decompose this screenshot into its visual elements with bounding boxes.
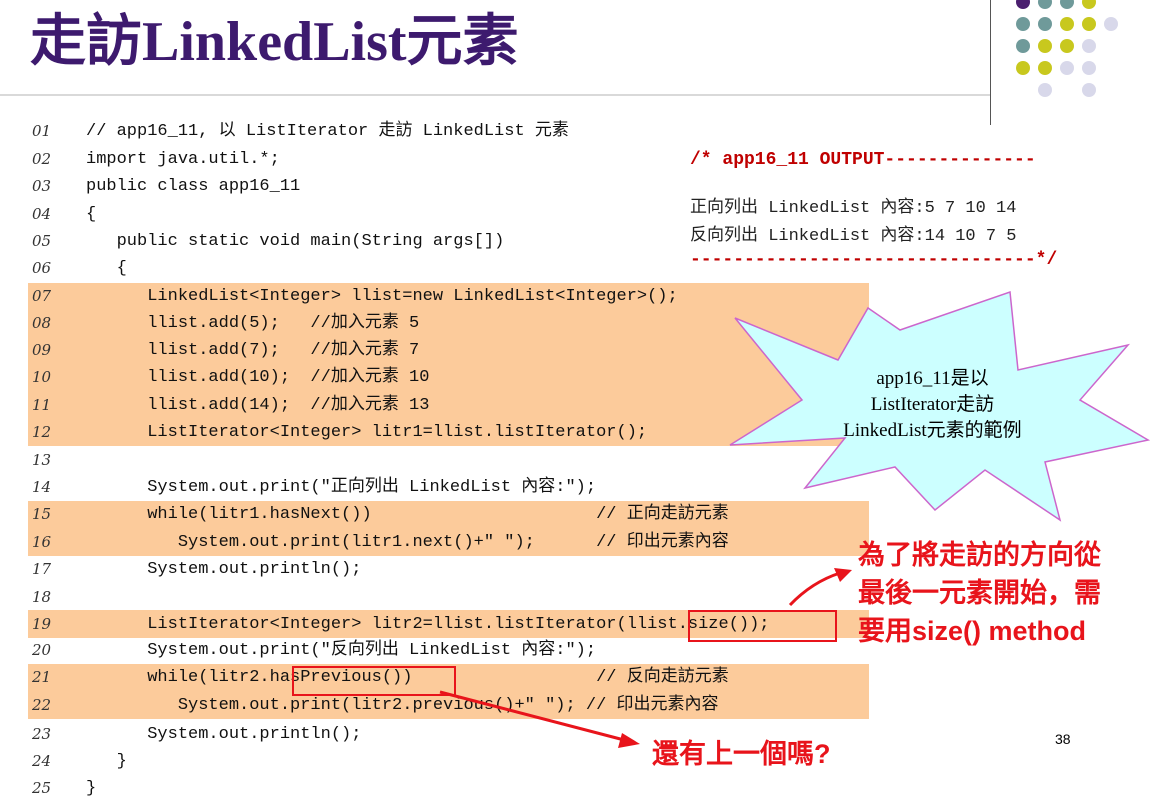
highlight-box-has-previous: [292, 666, 456, 696]
page-number: 38: [1055, 731, 1071, 747]
arrow-to-size-call: [788, 571, 841, 607]
has-previous-note: 還有上一個嗎?: [652, 739, 831, 769]
note-line: 要用size() method: [858, 616, 1087, 646]
arrow-to-has-previous: [439, 690, 629, 743]
highlight-box-size-call: [688, 610, 837, 642]
size-method-note: 為了將走訪的方向從 最後一元素開始，需 要用size() method: [858, 536, 1101, 650]
explosion-callout-text: app16_11是以 ListIterator走訪 LinkedList元素的範…: [800, 366, 1065, 444]
arrowhead-has-previous: [618, 733, 640, 748]
callout-line: ListIterator走訪: [870, 394, 995, 415]
callout-line: app16_11是以: [876, 368, 989, 389]
slide: 走訪LinkedList元素 01 // app16_11, 以 ListIte…: [0, 0, 1150, 805]
note-line: 為了將走訪的方向從: [858, 540, 1101, 570]
callout-line: LinkedList元素的範例: [843, 420, 1022, 441]
note-line: 最後一元素開始，需: [858, 578, 1101, 608]
